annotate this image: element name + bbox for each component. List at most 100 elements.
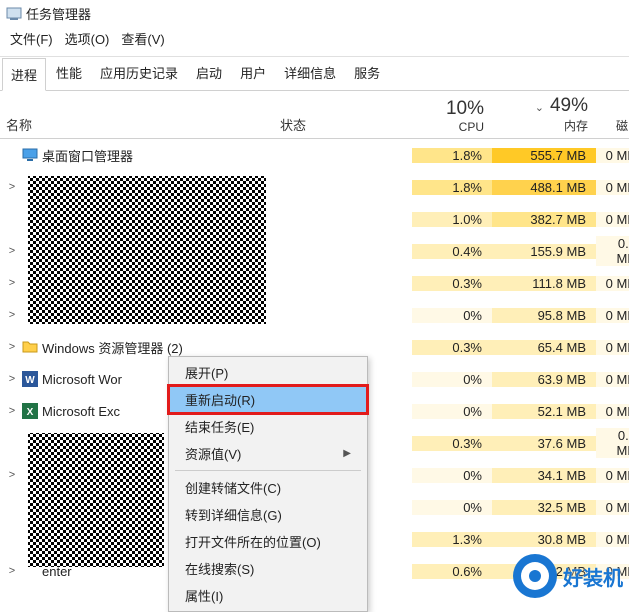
disk-cell: 0 MB	[596, 500, 629, 515]
mem-cell: 111.8 MB	[492, 276, 596, 291]
menu-item[interactable]: 创建转储文件(C)	[169, 474, 367, 501]
process-name-cell: > Windows 资源管理器 (2)	[0, 338, 272, 357]
disk-cell: 0 MB	[596, 372, 629, 387]
tab-processes[interactable]: 进程	[2, 58, 46, 91]
window-title: 任务管理器	[26, 4, 91, 23]
disk-cell: 0 MB	[596, 276, 629, 291]
table-row[interactable]: 桌面窗口管理器 1.8%555.7 MB0 MB	[0, 139, 629, 171]
watermark-text: 好装机	[563, 562, 623, 591]
svg-text:X: X	[27, 407, 34, 418]
mem-cell: 382.7 MB	[492, 212, 596, 227]
tab-performance[interactable]: 性能	[48, 57, 90, 90]
monitor-icon	[22, 147, 38, 163]
expand-icon[interactable]: >	[6, 469, 18, 481]
cpu-cell: 0%	[412, 308, 492, 323]
chevron-down-icon: ⌄	[535, 102, 544, 114]
excel-icon: X	[22, 403, 38, 419]
process-name: Microsoft Exc	[42, 404, 120, 419]
cpu-cell: 0%	[412, 500, 492, 515]
context-menu[interactable]: 展开(P) 重新启动(R) 结束任务(E)资源值(V)▶ 创建转储文件(C) 转到详细信…	[168, 356, 368, 612]
col-disk[interactable]: 磁	[596, 91, 629, 138]
titlebar: 任务管理器	[0, 0, 629, 25]
mem-cell: 155.9 MB	[492, 244, 596, 259]
expand-icon[interactable]: >	[6, 277, 18, 289]
mem-cell: 488.1 MB	[492, 180, 596, 195]
menu-item[interactable]: 结束任务(E)	[169, 413, 367, 440]
expand-icon[interactable]: >	[6, 309, 18, 321]
col-cpu[interactable]: 10% CPU	[412, 94, 492, 138]
menu-file[interactable]: 文件(F)	[6, 27, 57, 50]
menu-item-label: 创建转储文件(C)	[185, 478, 281, 497]
mem-lbl: 内存	[500, 117, 588, 134]
cpu-cell: 1.0%	[412, 212, 492, 227]
tab-app-history[interactable]: 应用历史记录	[92, 57, 186, 90]
expand-icon[interactable]: >	[6, 565, 18, 577]
mem-cell: 65.4 MB	[492, 340, 596, 355]
cpu-lbl: CPU	[420, 120, 484, 134]
disk-cell: 0 MB	[596, 404, 629, 419]
app-icon	[6, 6, 22, 22]
menu-item-label: 属性(I)	[185, 586, 223, 605]
cpu-cell: 0.3%	[412, 340, 492, 355]
cpu-cell: 1.8%	[412, 180, 492, 195]
menu-item[interactable]: 展开(P)	[169, 359, 367, 386]
disk-cell: 0 MB	[596, 532, 629, 547]
mem-cell: 555.7 MB	[492, 148, 596, 163]
menu-item-label: 重新启动(R)	[185, 390, 255, 409]
disk-cell: 0 MB	[596, 180, 629, 195]
cpu-cell: 1.8%	[412, 148, 492, 163]
expand-icon[interactable]: >	[6, 341, 18, 353]
cpu-cell: 0.4%	[412, 244, 492, 259]
menu-item-label: 在线搜索(S)	[185, 559, 254, 578]
menu-item[interactable]: 转到详细信息(G)	[169, 501, 367, 528]
menu-item[interactable]: 在线搜索(S)	[169, 555, 367, 582]
redacted-area	[28, 433, 164, 567]
cpu-cell: 0.6%	[412, 564, 492, 579]
column-header: 名称 状态 10% CPU ⌄49% 内存 磁	[0, 91, 629, 139]
folder-icon	[22, 339, 38, 355]
menu-item[interactable]: 属性(I)	[169, 582, 367, 609]
expand-icon[interactable]: >	[6, 405, 18, 417]
expand-icon[interactable]: >	[6, 373, 18, 385]
tab-services[interactable]: 服务	[346, 57, 388, 90]
col-status[interactable]: 状态	[272, 111, 412, 138]
col-name[interactable]: 名称	[0, 111, 272, 138]
menu-item-label: 展开(P)	[185, 363, 228, 382]
mem-cell: 30.8 MB	[492, 532, 596, 547]
mem-cell: 34.1 MB	[492, 468, 596, 483]
process-name-cell: 桌面窗口管理器	[0, 146, 272, 165]
cpu-pct: 10%	[420, 98, 484, 120]
disk-cell: 0 MB	[596, 148, 629, 163]
cpu-cell: 0%	[412, 404, 492, 419]
menu-item-label: 转到详细信息(G)	[185, 505, 282, 524]
expand-icon[interactable]: >	[6, 181, 18, 193]
menu-item[interactable]: 重新启动(R)	[169, 386, 367, 413]
tab-startup[interactable]: 启动	[188, 57, 230, 90]
tab-users[interactable]: 用户	[232, 57, 274, 90]
expand-icon[interactable]: >	[6, 245, 18, 257]
menu-item[interactable]: 打开文件所在的位置(O)	[169, 528, 367, 555]
process-name: Windows 资源管理器 (2)	[42, 338, 183, 357]
mem-cell: 32.5 MB	[492, 500, 596, 515]
process-name: 桌面窗口管理器	[42, 146, 133, 165]
menu-item-label: 资源值(V)	[185, 444, 241, 463]
menu-item[interactable]: 资源值(V)▶	[169, 440, 367, 467]
mem-pct: ⌄49%	[500, 95, 588, 117]
col-mem[interactable]: ⌄49% 内存	[492, 91, 596, 138]
disk-cell: 0 MB	[596, 468, 629, 483]
disk-lbl: 磁	[604, 117, 628, 134]
process-name: Microsoft Wor	[42, 372, 122, 387]
mem-cell: 95.8 MB	[492, 308, 596, 323]
menu-options[interactable]: 选项(O)	[61, 27, 114, 50]
mem-cell: 63.9 MB	[492, 372, 596, 387]
svg-text:W: W	[25, 375, 35, 386]
disk-cell: 0 MB	[596, 308, 629, 323]
tab-details[interactable]: 详细信息	[276, 57, 344, 90]
tabs: 进程 性能 应用历史记录 启动 用户 详细信息 服务	[0, 57, 629, 91]
disk-cell: 0 MB	[596, 340, 629, 355]
cpu-cell: 1.3%	[412, 532, 492, 547]
cpu-cell: 0.3%	[412, 276, 492, 291]
cpu-cell: 0%	[412, 468, 492, 483]
menubar: 文件(F) 选项(O) 查看(V)	[0, 25, 629, 57]
menu-view[interactable]: 查看(V)	[117, 27, 168, 50]
